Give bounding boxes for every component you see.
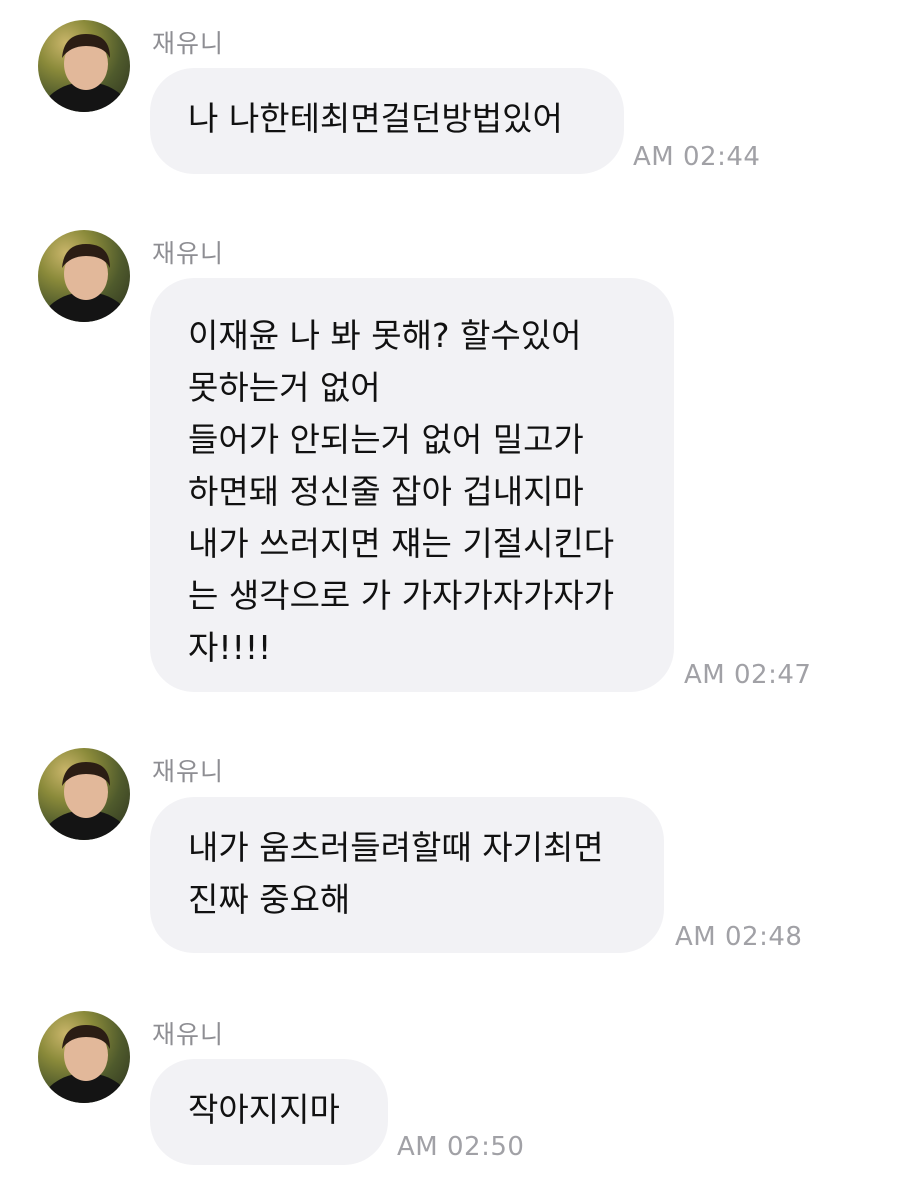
avatar[interactable] [38,1011,130,1103]
message-bubble: 내가 움츠러들려할때 자기최면 진짜 중요해 [150,797,664,953]
message-bubble: 이재윤 나 봐 못해? 할수있어 못하는거 없어 들어가 안되는거 없어 밀고가… [150,278,674,692]
avatar[interactable] [38,20,130,112]
avatar[interactable] [38,748,130,840]
message-bubble: 나 나한테최면걸던방법있어 [150,68,624,174]
timestamp: AM 02:44 [633,142,761,172]
message-text: 자!!!! [188,628,272,667]
sender-name: 재유니 [152,29,225,58]
profile-photo-icon [40,34,130,112]
message-text: 이재윤 나 봐 못해? 할수있어 [188,316,582,355]
sender-name: 재유니 [152,757,225,786]
timestamp: AM 02:50 [397,1132,525,1162]
message-text: 는 생각으로 가 가자가자가자가 [188,576,615,615]
profile-photo-icon [40,244,130,322]
message-text: 들어가 안되는거 없어 밀고가 [188,420,584,459]
message-text: 나 나한테최면걸던방법있어 [188,99,563,138]
chat-view: 재유니 나 나한테최면걸던방법있어 AM 02:44 재유니 이재윤 나 봐 못… [0,0,912,1200]
profile-photo-icon [40,762,130,840]
message-bubble: 작아지지마 [150,1059,388,1165]
message-text: 내가 쓰러지면 쟤는 기절시킨다 [188,524,615,563]
timestamp: AM 02:47 [684,660,812,690]
message-text: 작아지지마 [188,1090,340,1129]
message-text: 진짜 중요해 [188,880,351,919]
sender-name: 재유니 [152,1020,225,1049]
profile-photo-icon [40,1025,130,1103]
timestamp: AM 02:48 [675,922,803,952]
message-text: 내가 움츠러들려할때 자기최면 [188,828,604,867]
sender-name: 재유니 [152,239,225,268]
message-text: 못하는거 없어 [188,368,381,407]
message-text: 하면돼 정신줄 잡아 겁내지마 [188,472,584,511]
avatar[interactable] [38,230,130,322]
